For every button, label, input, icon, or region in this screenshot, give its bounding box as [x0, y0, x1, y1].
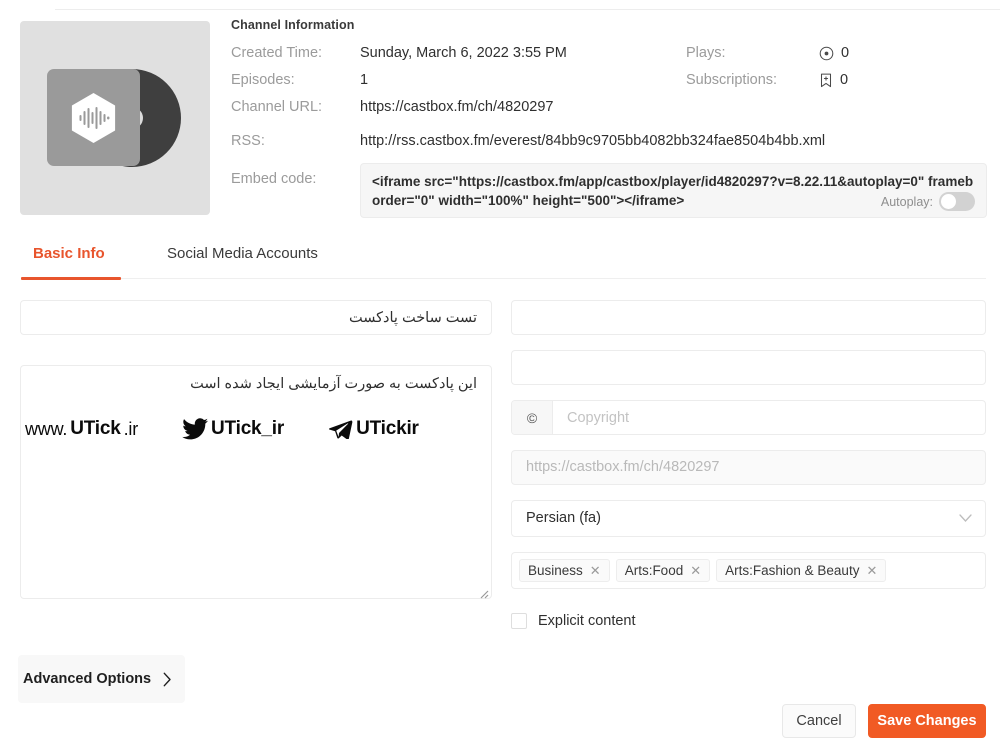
- info-row-embed-code: Embed code: <iframe src="https://castbox…: [231, 163, 991, 224]
- subscriptions-count: 0: [840, 72, 849, 88]
- copyright-group: ©: [511, 400, 986, 435]
- category-remove-icon[interactable]: ✕: [590, 564, 601, 577]
- info-row-rss: RSS: http://rss.castbox.fm/everest/84bb9…: [231, 128, 991, 155]
- description-textarea[interactable]: این پادکست به صورت آزمایشی ایجاد شده است: [20, 365, 492, 599]
- channel-url-value[interactable]: https://castbox.fm/ch/4820297: [360, 94, 553, 121]
- plays-count: 0: [841, 45, 850, 61]
- autoplay-control: Autoplay:: [874, 192, 975, 211]
- categories-tags-input[interactable]: Business ✕ Arts:Food ✕ Arts:Fashion & Be…: [511, 552, 986, 589]
- subscriptions-label: Subscriptions:: [686, 72, 778, 88]
- category-tag[interactable]: Business ✕: [519, 559, 610, 582]
- author-input[interactable]: [511, 300, 986, 335]
- website-readonly-value: https://castbox.fm/ch/4820297: [511, 450, 986, 485]
- info-row-episodes: Episodes: 1 Subscriptions: 0: [231, 67, 991, 94]
- autoplay-label: Autoplay:: [880, 194, 933, 209]
- tab-active-indicator: [21, 277, 121, 280]
- advanced-options-label: Advanced Options: [23, 671, 152, 687]
- copyright-input[interactable]: [553, 401, 985, 434]
- language-selected-value: Persian (fa): [526, 510, 601, 526]
- channel-url-label: Channel URL:: [231, 99, 323, 115]
- chevron-down-icon: [959, 514, 972, 522]
- rss-value[interactable]: http://rss.castbox.fm/everest/84bb9c9705…: [360, 128, 825, 155]
- top-divider: [55, 9, 1000, 10]
- created-time-value: Sunday, March 6, 2022 3:55 PM: [360, 45, 567, 61]
- tab-bar: Basic Info Social Media Accounts: [0, 240, 1000, 285]
- title-input[interactable]: [20, 300, 492, 335]
- rss-label: RSS:: [231, 133, 265, 149]
- email-field-wrapper: [511, 350, 986, 385]
- category-tag[interactable]: Arts:Food ✕: [615, 559, 711, 582]
- chevron-right-icon: [163, 672, 171, 686]
- email-input[interactable]: [511, 350, 986, 385]
- play-circle-icon: [819, 46, 834, 61]
- info-row-created-time: Created Time: Sunday, March 6, 2022 3:55…: [231, 40, 991, 67]
- form-actions: Cancel Save Changes: [782, 704, 986, 738]
- category-tag-label: Arts:Fashion & Beauty: [725, 563, 860, 578]
- episodes-value: 1: [360, 72, 369, 88]
- plays-value-group: 0: [819, 40, 849, 67]
- embed-code-box[interactable]: <iframe src="https://castbox.fm/app/cast…: [360, 163, 987, 218]
- category-remove-icon[interactable]: ✕: [866, 564, 877, 577]
- description-wrapper: این پادکست به صورت آزمایشی ایجاد شده است: [20, 350, 492, 602]
- explicit-content-checkbox[interactable]: [511, 613, 527, 629]
- channel-settings-page: Channel Information Created Time: Sunday…: [0, 0, 1000, 756]
- channel-information-details: Channel Information Created Time: Sunday…: [231, 18, 991, 224]
- tab-basic-info[interactable]: Basic Info: [33, 244, 105, 264]
- save-changes-button[interactable]: Save Changes: [868, 704, 986, 738]
- autoplay-toggle-knob: [941, 194, 956, 209]
- language-field-wrapper: Persian (fa): [511, 500, 986, 537]
- copyright-field-wrapper: ©: [511, 400, 986, 435]
- categories-field-wrapper: Business ✕ Arts:Food ✕ Arts:Fashion & Be…: [511, 552, 986, 589]
- website-field-wrapper: https://castbox.fm/ch/4820297: [511, 450, 986, 485]
- author-field-wrapper: [511, 300, 986, 335]
- plays-label: Plays:: [686, 45, 726, 61]
- bookmark-icon: [820, 73, 832, 88]
- channel-information-section: Channel Information Created Time: Sunday…: [0, 18, 1000, 223]
- explicit-content-row: Explicit content: [511, 613, 986, 629]
- subscriptions-value-group: 0: [819, 67, 848, 94]
- embed-code-label: Embed code:: [231, 171, 317, 187]
- copyright-icon: ©: [512, 401, 553, 434]
- autoplay-toggle[interactable]: [939, 192, 975, 211]
- info-row-channel-url: Channel URL: https://castbox.fm/ch/48202…: [231, 94, 991, 121]
- explicit-content-label: Explicit content: [538, 613, 636, 629]
- advanced-options-button[interactable]: Advanced Options: [18, 655, 185, 703]
- channel-cover-placeholder[interactable]: [20, 21, 210, 215]
- category-tag[interactable]: Arts:Fashion & Beauty ✕: [716, 559, 887, 582]
- category-tag-label: Business: [528, 563, 583, 578]
- episodes-label: Episodes:: [231, 72, 295, 88]
- tab-bar-divider: [21, 278, 986, 279]
- cancel-button[interactable]: Cancel: [782, 704, 856, 738]
- channel-information-heading: Channel Information: [231, 18, 355, 32]
- language-select[interactable]: Persian (fa): [511, 500, 986, 537]
- created-time-label: Created Time:: [231, 45, 323, 61]
- category-remove-icon[interactable]: ✕: [690, 564, 701, 577]
- category-tag-label: Arts:Food: [624, 563, 684, 578]
- form-right-column: © https://castbox.fm/ch/4820297 Persian …: [511, 300, 986, 629]
- form-left-column: این پادکست به صورت آزمایشی ایجاد شده است: [20, 300, 492, 602]
- castbox-placeholder-icon: [47, 69, 181, 167]
- tab-social-media-accounts[interactable]: Social Media Accounts: [167, 244, 318, 264]
